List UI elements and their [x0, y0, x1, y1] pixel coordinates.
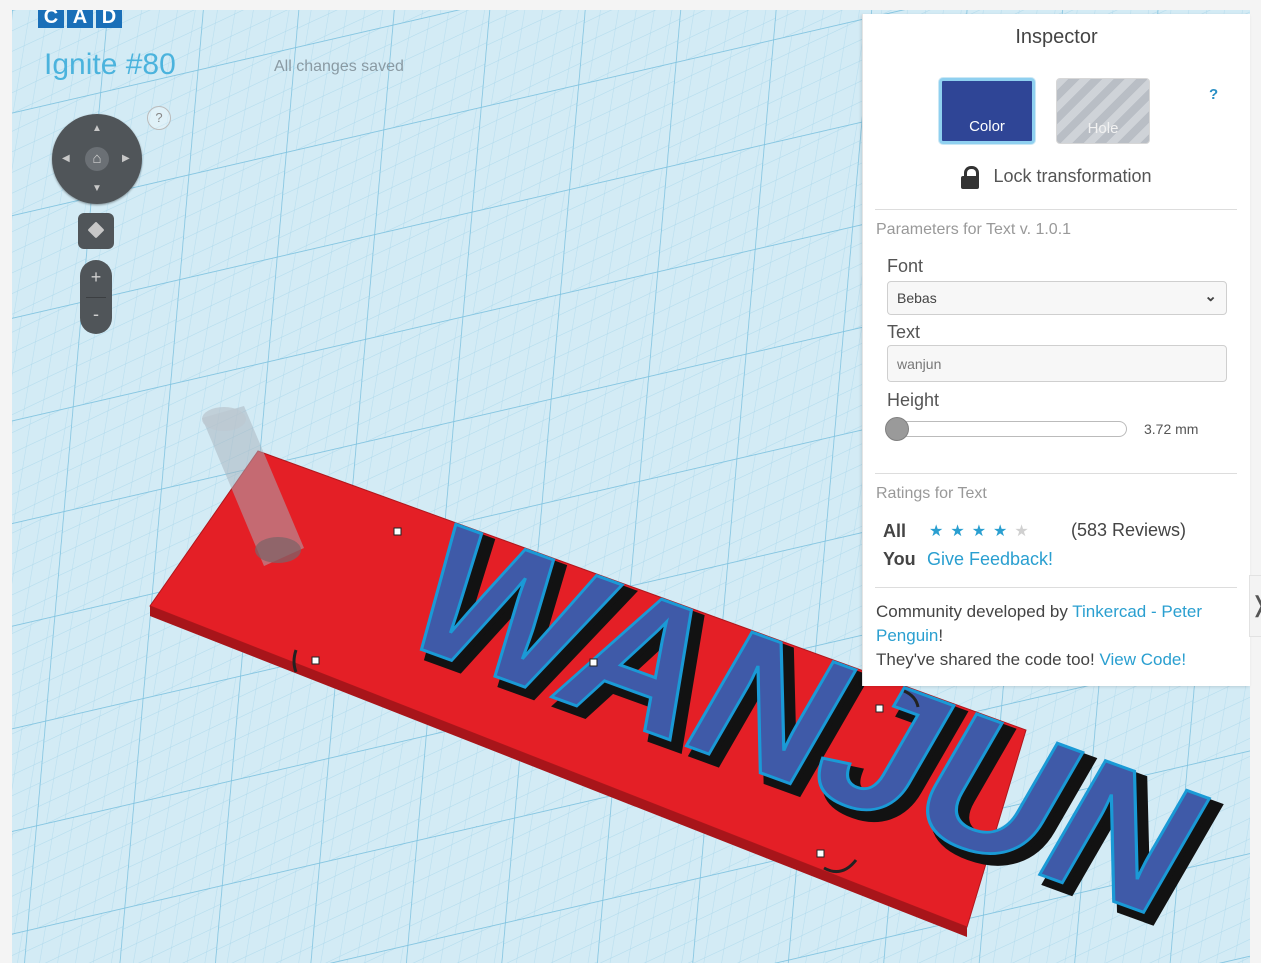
view-code-link[interactable]: View Code! — [1099, 650, 1186, 669]
star-filled-icon: ★ — [929, 523, 951, 540]
inspector-title: Inspector — [1015, 26, 1098, 48]
text-label: Text — [887, 322, 921, 342]
chevron-down-icon: ⌄ — [1204, 288, 1217, 305]
nav-help-button[interactable]: ? — [147, 106, 171, 130]
credit-prefix: Community developed by — [876, 602, 1073, 621]
reviews-count[interactable]: (583 Reviews) — [1071, 520, 1186, 541]
text-input-field[interactable]: wanjun — [887, 345, 1227, 382]
shared-code-text: They've shared the code too! — [876, 650, 1100, 669]
give-feedback-link[interactable]: Give Feedback! — [927, 549, 1053, 570]
divider — [875, 209, 1237, 210]
orbit-control[interactable]: ▲ ▼ ◀ ▶ ⌂ — [52, 114, 142, 204]
view-cube-button[interactable] — [78, 213, 114, 249]
logo-letter-c: C — [38, 10, 64, 28]
credit-suffix: ! — [938, 626, 944, 645]
zoom-out-button[interactable]: - — [80, 297, 112, 334]
star-filled-icon: ★ — [971, 523, 994, 540]
zoom-divider — [86, 297, 106, 298]
your-rating-label: You — [883, 549, 916, 569]
height-value: 3.72 mm — [1144, 421, 1199, 437]
inspector-panel: Inspector ? Color Hole Lock transformati… — [862, 14, 1250, 686]
font-select-value: Bebas — [897, 290, 937, 306]
zoom-in-button[interactable]: + — [80, 260, 112, 297]
hole-swatch-label: Hole — [1087, 120, 1119, 137]
logo-letter-a: A — [67, 10, 93, 28]
logo-letter-d: D — [96, 10, 122, 28]
lock-transformation-toggle[interactable]: Lock transformation — [863, 166, 1250, 190]
divider — [875, 587, 1237, 588]
inspector-help-link[interactable]: ? — [1209, 86, 1218, 103]
lock-icon — [961, 166, 980, 190]
star-empty-icon: ★ — [1014, 523, 1036, 540]
star-filled-icon: ★ — [950, 523, 972, 540]
text-input-value: wanjun — [897, 356, 942, 372]
params-heading: Parameters for Text v. 1.0.1 — [876, 221, 1072, 238]
all-ratings-label: All — [883, 521, 907, 541]
home-icon[interactable]: ⌂ — [85, 147, 109, 171]
ratings-heading: Ratings for Text — [876, 485, 987, 502]
view-cube-icon — [87, 221, 105, 239]
panel-expand-button[interactable]: ❭ — [1249, 575, 1261, 637]
height-slider-thumb[interactable] — [885, 417, 909, 441]
credit-text: Community developed by Tinkercad - Peter… — [876, 600, 1241, 672]
tinkercad-logo[interactable]: C A D — [38, 10, 122, 28]
arrow-down-icon[interactable]: ▼ — [92, 184, 102, 194]
color-swatch-button[interactable]: Color — [939, 78, 1035, 144]
color-swatch-label: Color — [969, 118, 1005, 135]
arrow-left-icon[interactable]: ◀ — [62, 154, 70, 164]
font-label: Font — [887, 256, 924, 276]
height-label: Height — [887, 390, 940, 410]
font-select[interactable]: Bebas ⌄ — [887, 281, 1227, 315]
divider — [875, 473, 1237, 474]
arrow-right-icon[interactable]: ▶ — [122, 154, 130, 164]
star-rating: ★★★★★ — [929, 521, 1036, 541]
zoom-control: + - — [80, 260, 112, 334]
hole-swatch-button[interactable]: Hole — [1056, 78, 1150, 144]
star-filled-icon: ★ — [993, 523, 1015, 540]
project-title[interactable]: Ignite #80 — [44, 48, 176, 82]
lock-label: Lock transformation — [993, 166, 1152, 186]
height-slider-track[interactable] — [897, 421, 1127, 437]
arrow-up-icon[interactable]: ▲ — [92, 124, 102, 134]
save-status: All changes saved — [274, 58, 404, 75]
